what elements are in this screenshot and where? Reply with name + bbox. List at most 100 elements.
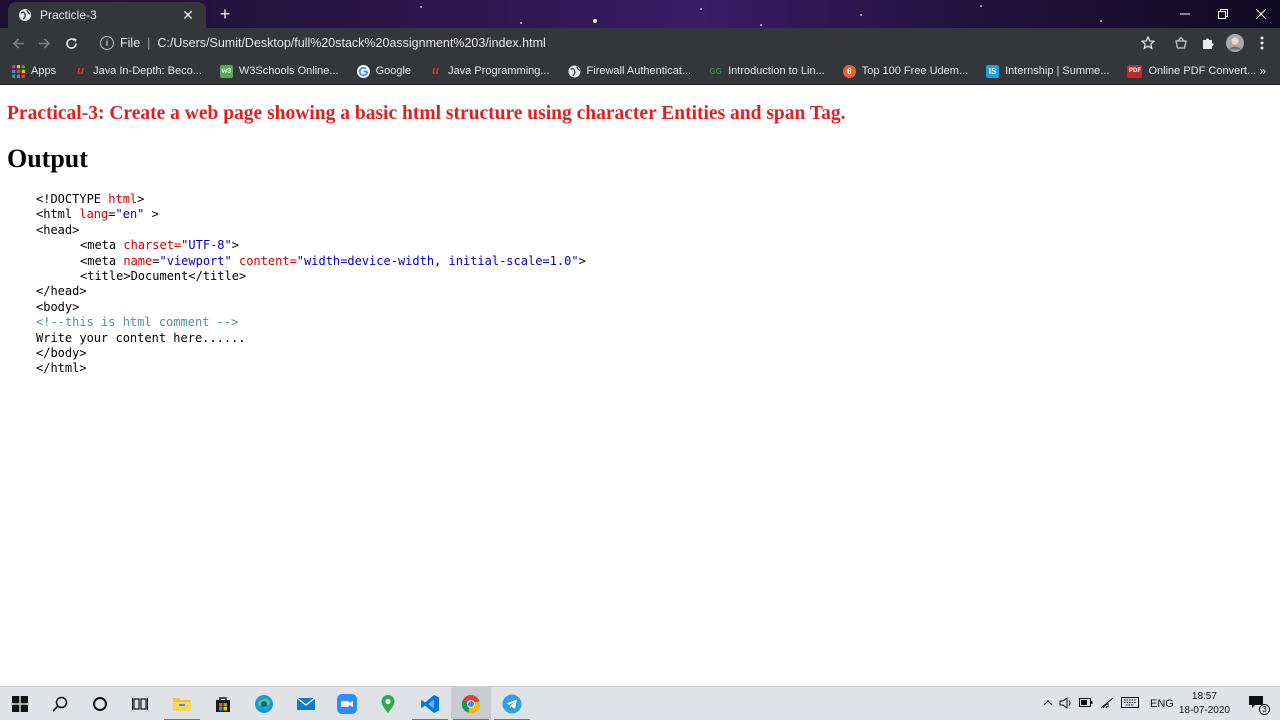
browser-title-bar: Practicle-3 ✕ +	[0, 0, 1280, 28]
task-view-button[interactable]	[120, 687, 160, 720]
code-block: <!DOCTYPE html> <html lang="en" > <head> <m…	[36, 192, 586, 377]
bookmark-top-100-udemy[interactable]: 6 Top 100 Free Udem...	[842, 64, 969, 78]
arrow-left-icon	[12, 37, 24, 49]
vscode-icon	[421, 695, 439, 713]
telegram-button[interactable]	[492, 687, 532, 720]
page-content: Practical-3: Create a web page showing a…	[0, 86, 1280, 686]
forward-button[interactable]	[31, 30, 57, 56]
extension-button[interactable]	[1168, 28, 1194, 58]
map-pin-icon	[381, 695, 395, 713]
minimize-button[interactable]	[1166, 0, 1204, 28]
bookmark-java-programming[interactable]: u Java Programming...	[429, 65, 549, 78]
bookmark-java-in-depth[interactable]: u Java In-Depth: Beco...	[74, 65, 202, 78]
tray-overflow-chevron-icon[interactable]	[1040, 698, 1056, 710]
keyboard-icon[interactable]	[1118, 697, 1142, 711]
bookmark-apps[interactable]: Apps	[12, 64, 56, 78]
browser-menu-button[interactable]	[1249, 28, 1275, 58]
code-line: <head>	[36, 222, 80, 237]
maps-button[interactable]	[368, 687, 408, 720]
store-bag-icon	[216, 697, 230, 712]
store-button[interactable]	[203, 687, 243, 720]
site-info-icon[interactable]: i	[100, 36, 114, 50]
reload-icon	[65, 37, 77, 49]
code-comment-line: <!--this is html comment -->	[36, 315, 239, 330]
address-bar[interactable]: i File | C:/Users/Sumit/Desktop/full%20s…	[90, 30, 1170, 56]
kebab-menu-icon	[1260, 36, 1264, 50]
url-text[interactable]: C:/Users/Sumit/Desktop/full%20stack%20as…	[157, 36, 545, 50]
code-line: <title>Document</title>	[80, 269, 247, 284]
scheme-separator: |	[147, 36, 151, 50]
bookmark-label: Online PDF Convert...	[1148, 65, 1257, 77]
google-icon	[356, 64, 370, 78]
bookmark-internship[interactable]: IS Internship | Summe...	[986, 64, 1109, 78]
back-button[interactable]	[5, 30, 31, 56]
mail-button[interactable]	[286, 687, 326, 720]
battery-icon[interactable]	[1076, 698, 1096, 710]
code-line: <body>	[36, 299, 80, 314]
chrome-button[interactable]	[451, 687, 491, 720]
basket-extension-icon	[1175, 36, 1187, 49]
bookmark-pdf-converter[interactable]: PDF Online PDF Convert...	[1127, 64, 1257, 78]
input-language-indicator[interactable]: ENG	[1150, 698, 1174, 710]
geeksforgeeks-icon: GG	[709, 66, 722, 76]
action-center-button[interactable]: 3	[1248, 695, 1270, 715]
zoom-button[interactable]	[327, 687, 367, 720]
search-button[interactable]	[40, 687, 80, 720]
reload-button[interactable]	[58, 30, 84, 56]
browser-tab[interactable]: Practicle-3 ✕	[8, 2, 206, 28]
telegram-icon	[502, 694, 522, 714]
system-tray: ENG	[1040, 687, 1174, 720]
udemy-icon: u	[432, 65, 439, 77]
puzzle-icon	[1203, 38, 1214, 49]
new-tab-button[interactable]: +	[214, 5, 236, 23]
close-window-button[interactable]	[1242, 0, 1280, 28]
start-button[interactable]	[0, 687, 40, 720]
bookmark-firewall-auth[interactable]: Firewall Authenticat...	[568, 65, 692, 78]
bookmark-label: Introduction to Lin...	[728, 65, 825, 77]
profile-avatar[interactable]	[1222, 28, 1248, 58]
output-heading: Output	[7, 144, 88, 173]
bookmark-label: W3Schools Online...	[238, 65, 339, 77]
scheme-label: File	[120, 36, 141, 50]
code-line: <!DOCTYPE html>	[36, 192, 145, 206]
star-icon	[1141, 36, 1155, 50]
windows-logo-icon	[12, 696, 28, 712]
restore-button[interactable]	[1204, 0, 1242, 28]
zoom-video-icon	[337, 694, 357, 714]
browser-toolbar: i File | C:/Users/Sumit/Desktop/full%20s…	[0, 28, 1280, 58]
bookmark-w3schools[interactable]: w3 W3Schools Online...	[219, 64, 339, 78]
vscode-button[interactable]	[410, 687, 450, 720]
system-clock[interactable]: 18:57 18-07-2020	[1179, 690, 1230, 718]
folder-icon	[173, 698, 191, 711]
bookmarks-overflow-button[interactable]: »	[1259, 64, 1266, 78]
cortana-button[interactable]	[80, 687, 120, 720]
pdf-icon: PDF	[1127, 64, 1143, 78]
volume-icon[interactable]	[1056, 696, 1076, 712]
internshala-icon: IS	[986, 64, 1000, 78]
code-line: </head>	[36, 284, 87, 299]
bookmark-intro-linux[interactable]: GG Introduction to Lin...	[709, 65, 825, 78]
code-line: </body>	[36, 346, 87, 361]
code-line: <html lang="en" >	[36, 207, 159, 222]
file-explorer-button[interactable]	[162, 687, 202, 720]
arrow-right-icon	[38, 37, 50, 49]
cortana-circle-icon	[93, 697, 107, 711]
extensions-menu-button[interactable]	[1195, 28, 1221, 58]
page-heading: Practical-3: Create a web page showing a…	[7, 103, 846, 124]
w3schools-icon: w3	[219, 64, 233, 78]
windows-taskbar: ENG 18:57 18-07-2020 3	[0, 686, 1280, 720]
clock-time: 18:57	[1191, 691, 1217, 702]
bookmark-label: Java In-Depth: Beco...	[93, 65, 202, 77]
task-view-icon	[132, 698, 148, 710]
code-line: Write your content here......	[36, 330, 246, 345]
bookmark-label: Top 100 Free Udem...	[861, 65, 969, 77]
wifi-icon[interactable]	[1096, 697, 1118, 712]
edge-button[interactable]	[244, 687, 284, 720]
clock-date: 18-07-2020	[1178, 705, 1230, 716]
bookmark-star-button[interactable]	[1135, 28, 1161, 58]
globe-icon	[568, 65, 581, 77]
globe-icon	[19, 9, 31, 21]
close-tab-icon[interactable]: ✕	[180, 7, 196, 23]
bookmark-google[interactable]: Google	[356, 64, 411, 78]
bookmark-label: Firewall Authenticat...	[586, 65, 692, 77]
